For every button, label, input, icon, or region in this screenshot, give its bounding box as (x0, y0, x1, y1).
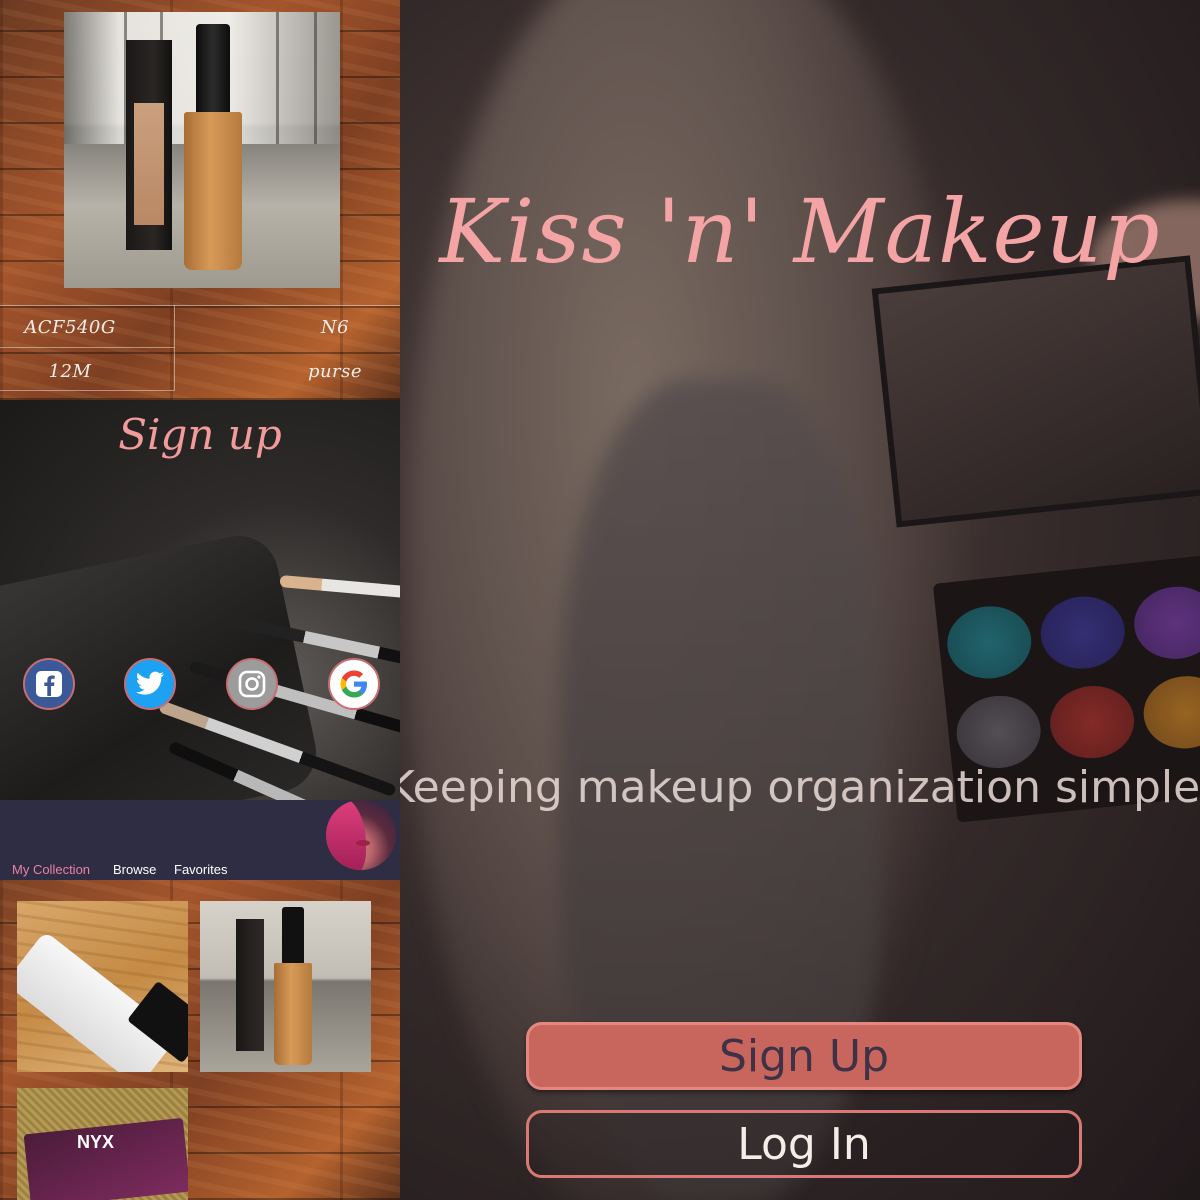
tagline: Keeping makeup organization simple (400, 762, 1200, 813)
item-detail-screen: ACF540G N6 12M purse (0, 0, 400, 400)
tab-my-collection[interactable]: My Collection (12, 862, 90, 877)
avatar[interactable] (326, 800, 396, 870)
product-photo (64, 12, 340, 288)
app-logo: Kiss 'n' Makeup (439, 180, 1161, 283)
landing-screen: Kiss 'n' Makeup Keeping makeup organizat… (400, 0, 1200, 1200)
tab-browse[interactable]: Browse (113, 862, 156, 877)
shade-value[interactable]: N6 (270, 307, 400, 347)
product-code[interactable]: ACF540G (0, 307, 140, 347)
collection-header: My Collection Browse Favorites (0, 800, 400, 880)
instagram-icon[interactable] (226, 658, 278, 710)
facebook-icon[interactable] (23, 658, 75, 710)
sign-up-button[interactable]: Sign Up (526, 1022, 1082, 1090)
collection-grid: NYX (0, 880, 400, 1200)
collection-screen: My Collection Browse Favorites NYX (0, 800, 400, 1200)
tab-favorites[interactable]: Favorites (174, 862, 227, 877)
location-value[interactable]: purse (270, 351, 400, 391)
product-thumbnail[interactable] (200, 901, 371, 1072)
signup-screen: Sign up (0, 400, 400, 800)
expiry-value[interactable]: 12M (0, 351, 140, 391)
product-thumbnail[interactable] (17, 901, 188, 1072)
log-in-button[interactable]: Log In (526, 1110, 1082, 1178)
product-thumbnail[interactable]: NYX (17, 1088, 188, 1200)
twitter-icon[interactable] (124, 658, 176, 710)
google-icon[interactable] (328, 658, 380, 710)
item-detail-table: ACF540G N6 12M purse (0, 305, 400, 391)
signup-title: Sign up (118, 410, 282, 459)
